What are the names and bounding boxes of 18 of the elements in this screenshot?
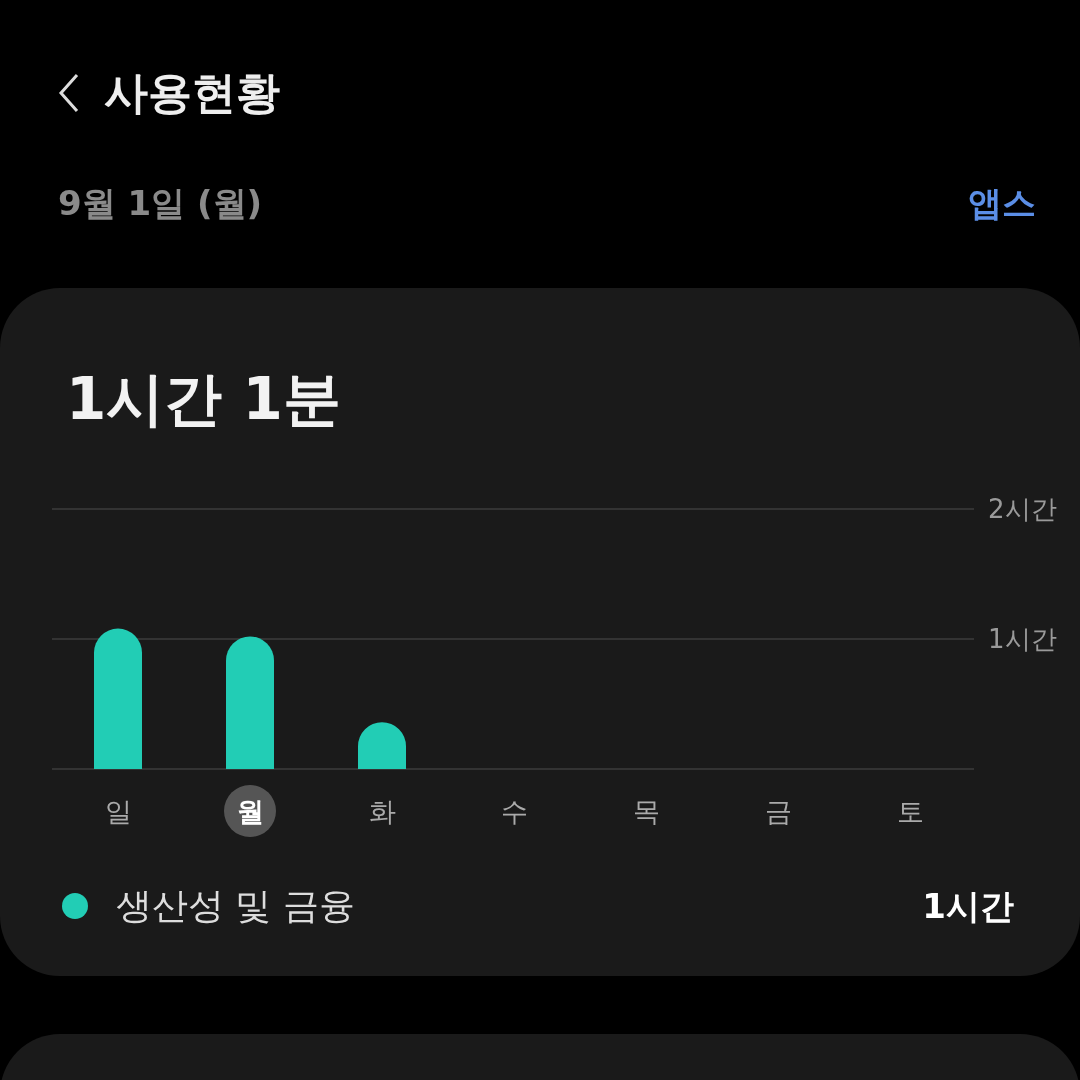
day-label[interactable]: 수 — [500, 796, 528, 827]
day-label[interactable]: 월 — [236, 796, 264, 827]
day-label[interactable]: 화 — [368, 796, 396, 827]
total-time: 1시간 1분 — [65, 364, 342, 435]
axis-label: 1시간 — [988, 624, 1057, 654]
day-label[interactable]: 토 — [896, 796, 924, 827]
day-highlight — [224, 785, 276, 837]
bar — [358, 722, 406, 769]
back-icon[interactable] — [58, 73, 80, 113]
date-label: 9월 1일 (월) — [58, 182, 263, 225]
day-label[interactable]: 목 — [632, 796, 660, 827]
axis-label: 2시간 — [988, 494, 1057, 524]
apps-link[interactable]: 앱스 — [968, 178, 1036, 229]
day-label[interactable]: 일 — [104, 796, 132, 827]
category-label: 생산성 및 금융 — [116, 884, 355, 928]
category-time: 1시간 — [922, 884, 1014, 928]
day-label[interactable]: 금 — [764, 796, 792, 827]
page-title: 사용현황 — [104, 66, 280, 120]
